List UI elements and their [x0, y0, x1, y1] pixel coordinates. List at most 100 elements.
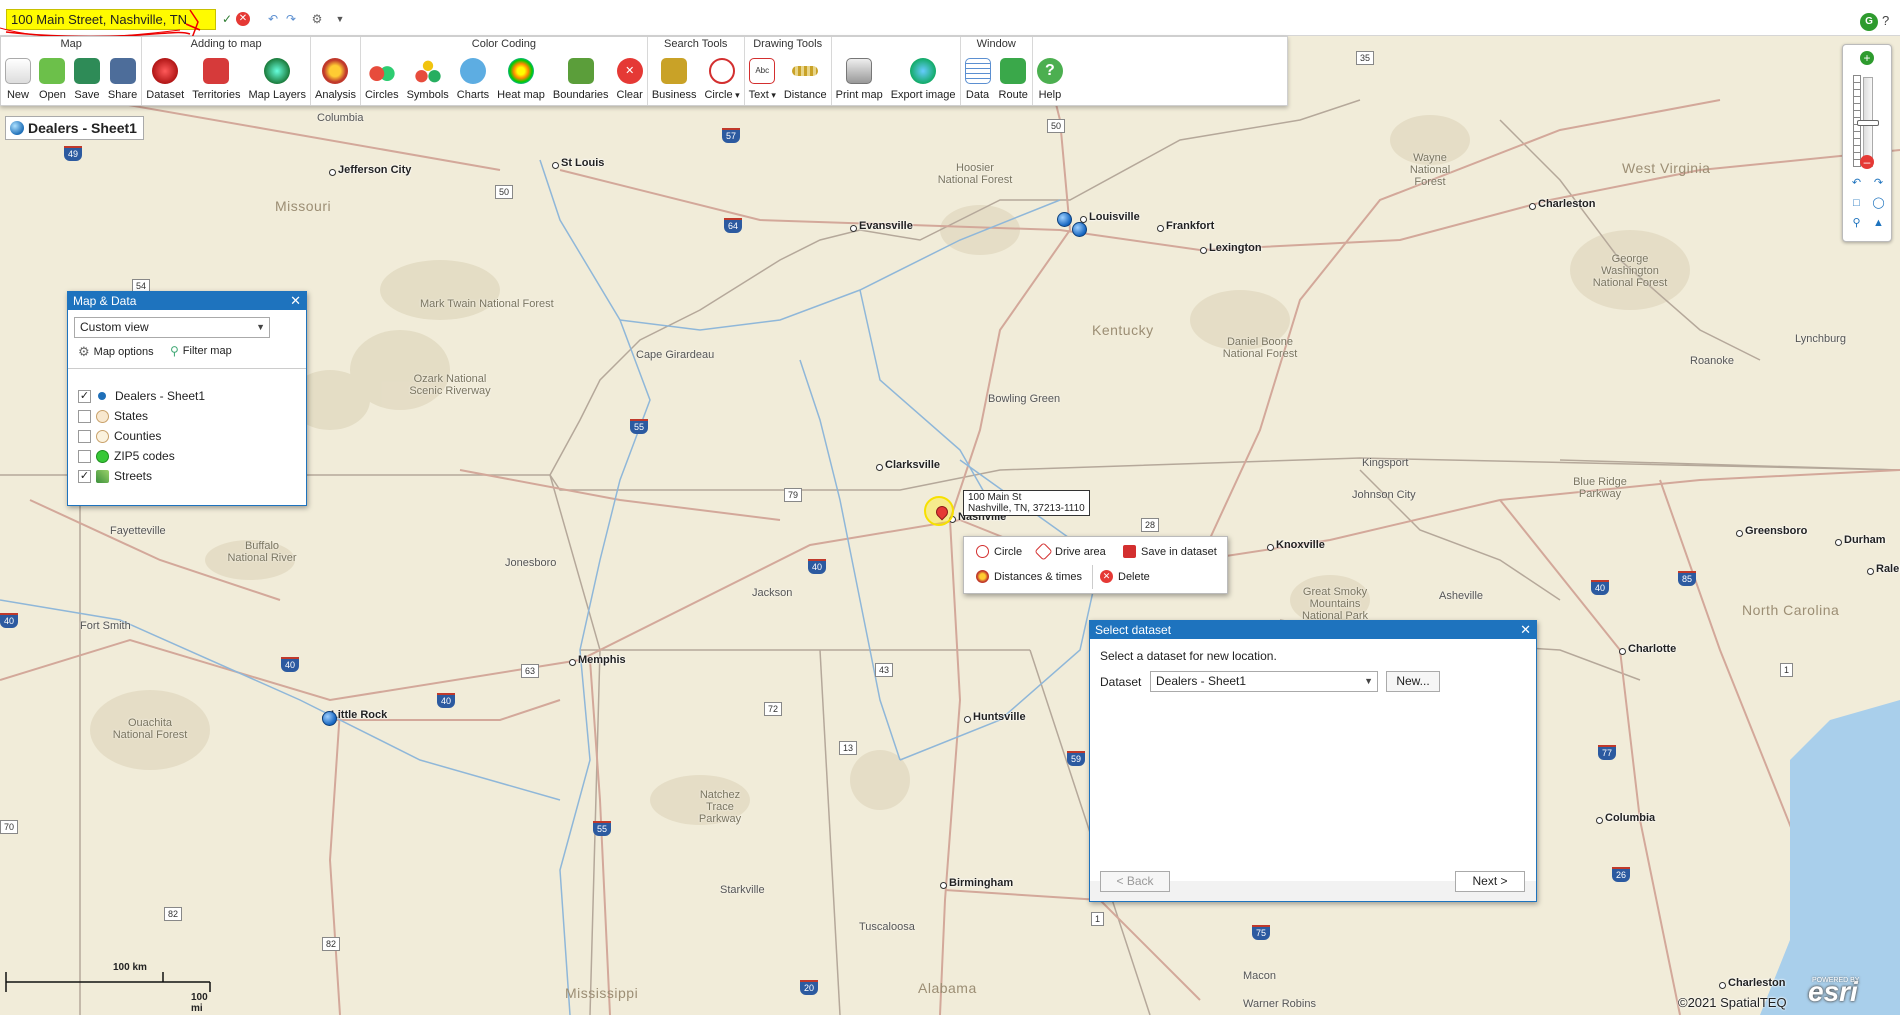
- button-label: Business: [651, 89, 697, 101]
- dealer-pin[interactable]: [322, 711, 337, 726]
- dialog-title: Select dataset: [1095, 623, 1172, 637]
- boundaries-button[interactable]: Boundaries: [549, 52, 613, 105]
- new-dataset-button[interactable]: New...: [1386, 671, 1440, 692]
- undo-icon[interactable]: ↶: [265, 12, 281, 26]
- filter-icon: ⚲: [170, 344, 179, 358]
- heat-map-icon: [508, 58, 535, 84]
- layer-row-counties[interactable]: Counties: [78, 426, 205, 446]
- forest-label: Hoosier National Forest: [937, 162, 1013, 186]
- text-abc-icon: Abc: [749, 58, 776, 84]
- layer-row-zip5[interactable]: ZIP5 codes: [78, 446, 205, 466]
- layer-checkbox[interactable]: [78, 429, 91, 443]
- active-layer-badge[interactable]: Dealers - Sheet1: [5, 116, 144, 140]
- layer-row-states[interactable]: States: [78, 406, 205, 426]
- layer-row-streets[interactable]: ✓ Streets: [78, 466, 205, 486]
- business-button[interactable]: Business: [648, 52, 701, 105]
- state-label-west-virginia: West Virginia: [1622, 160, 1711, 176]
- share-button[interactable]: Share: [104, 52, 141, 105]
- charts-button[interactable]: Charts: [453, 52, 493, 105]
- menu-item-save-in-dataset[interactable]: Save in dataset: [1123, 545, 1217, 558]
- zoom-extent-icon[interactable]: ◯: [1871, 197, 1886, 210]
- top-bar: 100 Main Street, Nashville, TN ✓ ✕ ↶ ↷ ⚙…: [0, 0, 1900, 39]
- button-label: Territories: [192, 89, 241, 101]
- settings-gear-icon[interactable]: ⚙: [309, 12, 325, 26]
- next-button[interactable]: Next >: [1455, 871, 1525, 892]
- magnifier-icon[interactable]: ⚲: [1849, 217, 1864, 230]
- panel-title-bar[interactable]: Map & Data ✕: [68, 292, 306, 310]
- close-icon[interactable]: ✕: [1520, 621, 1531, 639]
- menu-item-circle[interactable]: Circle: [976, 545, 1022, 558]
- zoom-slider-handle[interactable]: [1857, 120, 1879, 126]
- dealer-pin[interactable]: [1057, 212, 1072, 227]
- filter-map-link[interactable]: ⚲ Filter map: [170, 344, 232, 358]
- new-button[interactable]: New: [1, 52, 35, 105]
- symbols-button[interactable]: Symbols: [403, 52, 453, 105]
- save-button[interactable]: Save: [70, 52, 104, 105]
- map-layers-button[interactable]: Map Layers: [245, 52, 310, 105]
- pan-up-icon[interactable]: ▲: [1871, 217, 1886, 230]
- route-button[interactable]: Route: [995, 52, 1032, 105]
- help-question-icon[interactable]: ?: [1882, 13, 1896, 28]
- scale-bar-lines: [5, 972, 211, 992]
- help-button[interactable]: ? Help: [1033, 52, 1067, 105]
- layer-checkbox[interactable]: ✓: [78, 389, 91, 403]
- dealer-pin[interactable]: [1072, 222, 1087, 237]
- open-button[interactable]: Open: [35, 52, 70, 105]
- group-title: Search Tools: [664, 38, 728, 50]
- settings-dropdown-icon[interactable]: ▼: [332, 12, 348, 26]
- menu-item-drive-area[interactable]: Drive area: [1034, 542, 1106, 561]
- highway-shield: 50: [495, 185, 514, 199]
- view-select[interactable]: Custom view ▼: [74, 317, 270, 338]
- dialog-title-bar[interactable]: Select dataset ✕: [1090, 621, 1536, 639]
- analysis-button[interactable]: Analysis: [311, 52, 360, 105]
- map-options-link[interactable]: ⚙ Map options: [78, 344, 154, 360]
- dialog-instruction: Select a dataset for new location.: [1100, 649, 1277, 663]
- circle-search-button[interactable]: Circle: [700, 52, 743, 105]
- layer-row-dealers[interactable]: ✓ Dealers - Sheet1: [78, 386, 205, 406]
- ribbon-group-color-coding: Color Coding Circles Symbols Charts Heat…: [361, 37, 648, 105]
- menu-item-distances-times[interactable]: Distances & times: [976, 570, 1082, 583]
- zoom-box-icon[interactable]: □: [1849, 197, 1864, 210]
- search-go-icon[interactable]: ✓: [219, 12, 235, 26]
- city-label: Lexington: [1200, 242, 1262, 254]
- circles-button[interactable]: Circles: [361, 52, 403, 105]
- data-button[interactable]: Data: [961, 52, 995, 105]
- address-search-input[interactable]: 100 Main Street, Nashville, TN: [6, 9, 216, 30]
- layer-checkbox[interactable]: [78, 409, 91, 423]
- back-button[interactable]: < Back: [1100, 871, 1170, 892]
- group-title: Adding to map: [190, 38, 262, 50]
- back-icon[interactable]: ↶: [1849, 177, 1864, 190]
- redo-icon[interactable]: ↷: [283, 12, 299, 26]
- button-label: Distance: [783, 89, 827, 101]
- highway-shield: 1: [1780, 663, 1794, 677]
- layer-checkbox[interactable]: ✓: [78, 469, 91, 483]
- map-canvas[interactable]: Missouri Kentucky West Virginia North Ca…: [0, 0, 1900, 1015]
- zoom-in-icon[interactable]: +: [1860, 51, 1874, 65]
- heat-map-button[interactable]: Heat map: [493, 52, 549, 105]
- zoom-out-icon[interactable]: –: [1860, 155, 1874, 169]
- city-label: Lynchburg: [1795, 333, 1846, 345]
- button-label: Text: [749, 89, 776, 101]
- dataset-select[interactable]: Dealers - Sheet1 ▼: [1150, 671, 1378, 692]
- city-label: Columbia: [1595, 812, 1656, 824]
- city-label: Charleston: [1528, 198, 1596, 210]
- dataset-button[interactable]: Dataset: [142, 52, 188, 105]
- distance-button[interactable]: Distance: [780, 52, 831, 105]
- interstate-shield: 64: [724, 218, 743, 233]
- print-map-button[interactable]: Print map: [832, 52, 887, 105]
- territories-button[interactable]: Territories: [188, 52, 244, 105]
- group-title: Drawing Tools: [753, 38, 823, 50]
- forward-icon[interactable]: ↷: [1871, 177, 1886, 190]
- scale-km-label: 100 km: [113, 962, 147, 973]
- text-button[interactable]: Abc Text: [745, 52, 780, 105]
- menu-item-delete[interactable]: ✕ Delete: [1100, 570, 1150, 583]
- user-avatar[interactable]: G: [1860, 13, 1878, 31]
- close-icon[interactable]: ✕: [290, 292, 301, 310]
- clear-button[interactable]: ✕ Clear: [613, 52, 647, 105]
- city-label: Raleigh: [1867, 563, 1900, 575]
- highway-shield: 63: [521, 664, 540, 678]
- interstate-shield: 55: [630, 419, 649, 434]
- clear-search-icon[interactable]: ✕: [236, 12, 250, 26]
- export-image-button[interactable]: Export image: [887, 52, 960, 105]
- layer-checkbox[interactable]: [78, 449, 91, 463]
